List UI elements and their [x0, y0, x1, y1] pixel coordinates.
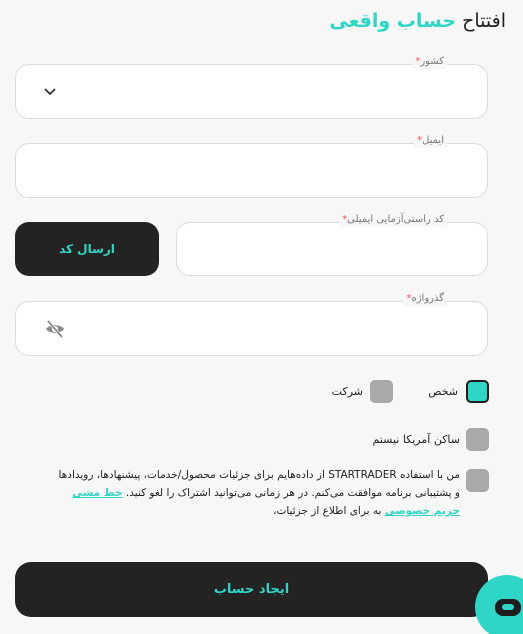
verification-label-text: کد راستی‌آزمایی ایمیلی [347, 214, 444, 225]
title-part-1: افتتاح [462, 10, 506, 32]
country-select[interactable]: کشور* [15, 55, 488, 119]
chat-icon [495, 599, 521, 616]
title-part-2: حساب واقعی [329, 10, 457, 32]
us-resident-label: ساکن آمریکا نیستم [372, 433, 460, 446]
field-border-line [29, 143, 434, 144]
account-type-company-radio[interactable] [370, 380, 393, 403]
send-code-button[interactable]: ارسال کد [15, 222, 159, 276]
eye-off-icon[interactable] [44, 319, 66, 339]
consent-checkbox[interactable] [466, 469, 489, 492]
consent-text-after: به برای اطلاع از جزئیات، [273, 505, 385, 517]
field-border-line [29, 301, 434, 302]
country-label-text: کشور [420, 56, 444, 67]
verification-label: کد راستی‌آزمایی ایمیلی* [339, 213, 447, 227]
password-label-text: گذرواژه [411, 293, 444, 304]
field-border-line [29, 64, 434, 65]
email-label-text: ایمیل [422, 135, 444, 146]
password-field[interactable]: گذرواژه* [15, 292, 488, 356]
country-label: کشور* [412, 55, 447, 69]
consent-text: من با استفاده STARTRADER از داده‌هایم بر… [55, 466, 460, 520]
field-border-line [190, 222, 360, 223]
email-field[interactable]: ایمیل* [15, 134, 488, 198]
verification-code-field[interactable]: کد راستی‌آزمایی ایمیلی* [176, 213, 488, 276]
account-type-company-label: شرکت [331, 385, 363, 398]
password-label: گذرواژه* [403, 292, 447, 306]
us-resident-checkbox[interactable] [466, 428, 489, 451]
account-type-person-radio[interactable] [466, 380, 489, 403]
chevron-down-icon[interactable] [43, 85, 57, 99]
account-type-person-label: شخص [428, 385, 458, 398]
create-account-button[interactable]: ایجاد حساب [15, 562, 488, 617]
email-label: ایمیل* [414, 134, 447, 148]
page-title: افتتاح حساب واقعی [329, 8, 506, 34]
